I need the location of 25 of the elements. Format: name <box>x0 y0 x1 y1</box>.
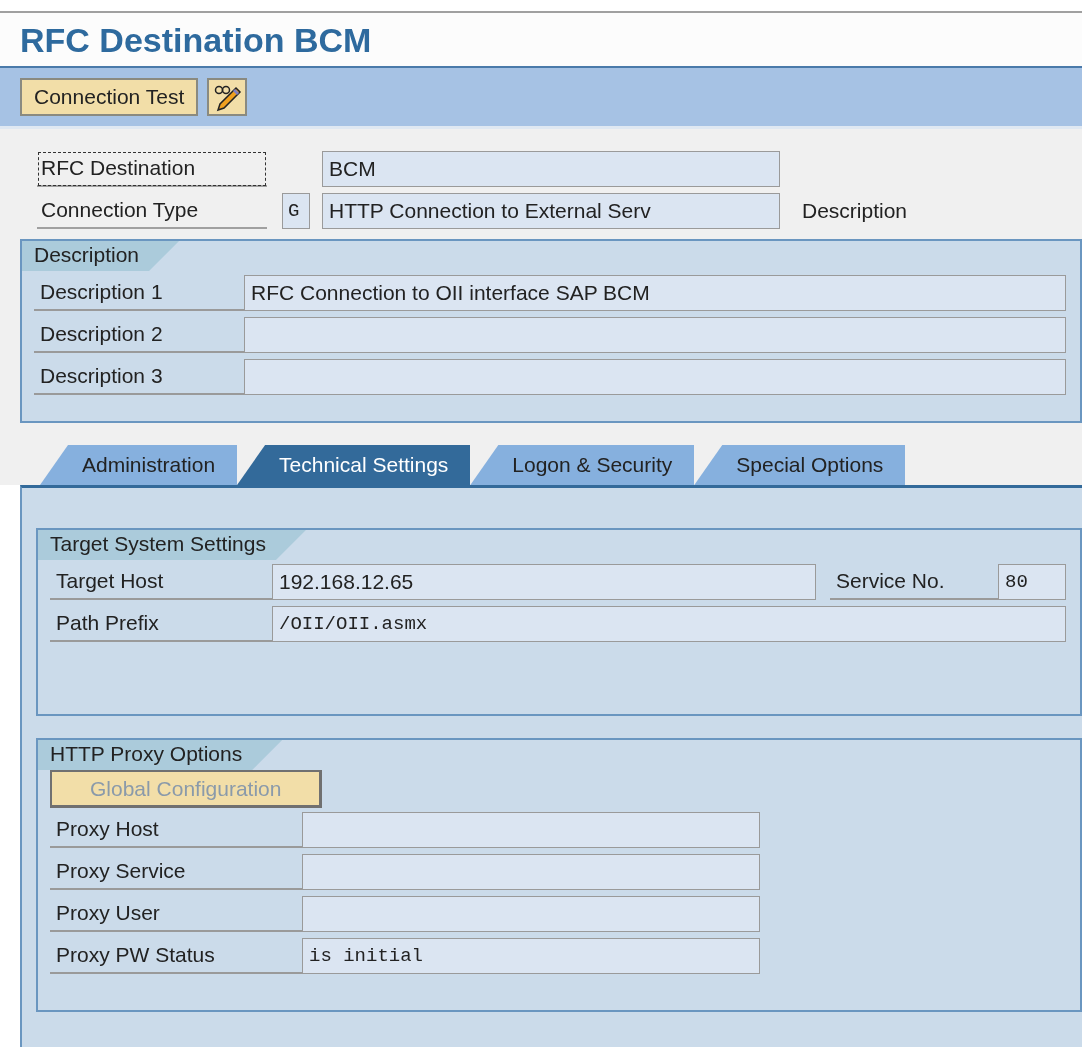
tab[interactable]: Administration <box>40 445 238 485</box>
group-title: Description <box>22 241 180 271</box>
description-field[interactable]: RFC Connection to OII interface SAP BCM <box>244 275 1066 311</box>
group-title: Target System Settings <box>38 530 306 560</box>
code-field[interactable]: G <box>282 193 310 229</box>
field-label: RFC Destination <box>37 151 267 187</box>
description-field[interactable] <box>244 359 1066 395</box>
value-field[interactable]: /OII/OII.asmx <box>272 606 1066 642</box>
value-field[interactable]: 192.168.12.65 <box>272 564 816 600</box>
description-field[interactable] <box>244 317 1066 353</box>
value-field[interactable]: HTTP Connection to External Serv <box>322 193 780 229</box>
tab[interactable]: Special Options <box>694 445 906 485</box>
value-field[interactable] <box>302 854 760 890</box>
value-field[interactable] <box>302 812 760 848</box>
tab[interactable]: Technical Settings <box>237 445 471 485</box>
tab[interactable]: Logon & Security <box>470 445 695 485</box>
display-change-button[interactable] <box>207 78 248 116</box>
connection-test-button[interactable]: Connection Test <box>20 78 199 116</box>
group-title: HTTP Proxy Options <box>38 740 283 770</box>
value-field[interactable]: BCM <box>322 151 780 187</box>
value-field[interactable]: is initial <box>302 938 760 974</box>
description-label: Description <box>802 198 908 224</box>
page-title: RFC Destination BCM <box>20 21 372 60</box>
value-field[interactable] <box>302 896 760 932</box>
service-number-field[interactable]: 80 <box>998 564 1066 600</box>
